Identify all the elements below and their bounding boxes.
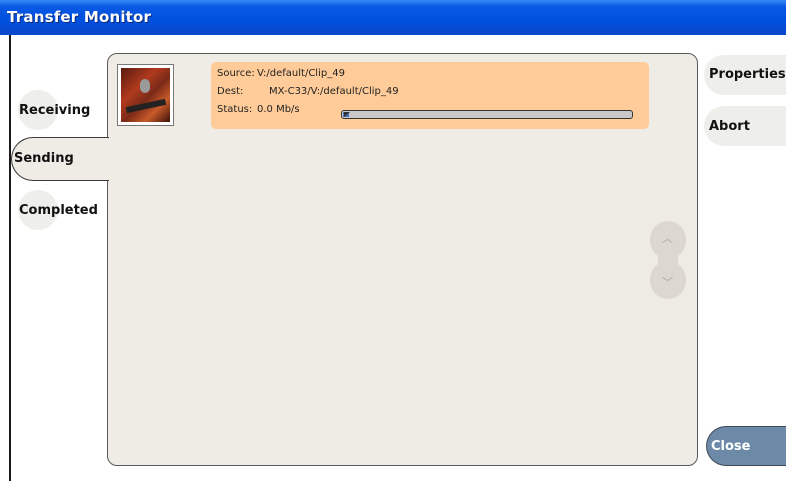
status-label: Status: [217, 104, 253, 115]
abort-button-label: Abort [709, 119, 750, 134]
chevron-up-icon: ︿ [662, 232, 673, 245]
source-label: Source: [217, 68, 255, 79]
window-left-border [9, 35, 11, 481]
tab-completed-label: Completed [19, 203, 98, 218]
dest-value: MX-C33/V:/default/Clip_49 [269, 86, 399, 97]
tab-receiving-label: Receiving [19, 103, 91, 118]
tab-sending-label: Sending [14, 151, 74, 166]
source-value: V:/default/Clip_49 [257, 68, 345, 79]
clip-thumbnail-image [121, 68, 170, 122]
title-bar: Transfer Monitor [0, 0, 786, 35]
transfer-progress-bar [341, 110, 633, 119]
close-button-label: Close [711, 439, 751, 454]
tab-sending[interactable]: Sending [11, 137, 109, 181]
properties-button-label: Properties [709, 67, 786, 82]
close-button[interactable]: Close [706, 426, 786, 466]
transfer-info: Source: V:/default/Clip_49 Dest: MX-C33/V:… [211, 62, 649, 129]
scroll-control[interactable]: ︿ ﹀ [650, 221, 686, 299]
dest-label: Dest: [217, 86, 244, 97]
clip-thumbnail [117, 64, 174, 126]
scroll-down-button[interactable]: ﹀ [650, 261, 686, 299]
progress-indicator-icon [344, 112, 350, 117]
window-title: Transfer Monitor [7, 8, 152, 26]
transfer-item[interactable]: Source: V:/default/Clip_49 Dest: MX-C33/V:… [117, 62, 649, 130]
status-value: 0.0 Mb/s [257, 104, 300, 115]
chevron-down-icon: ﹀ [662, 276, 673, 289]
